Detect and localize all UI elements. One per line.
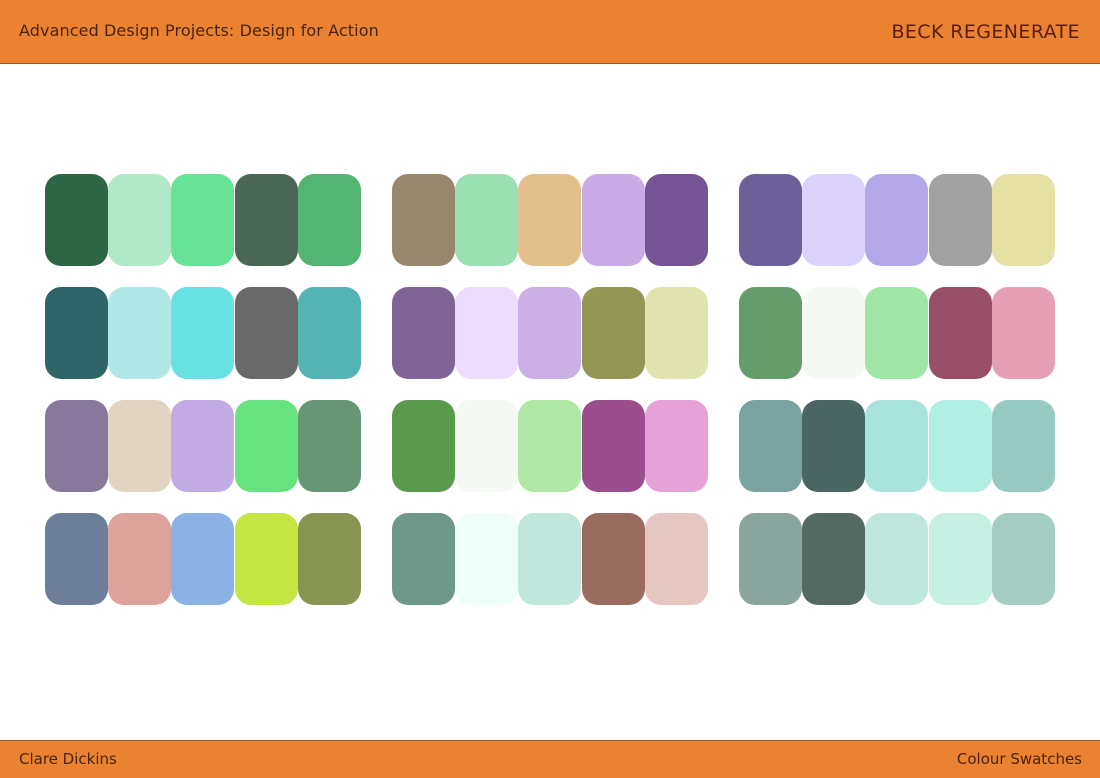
colour-swatch <box>455 287 519 379</box>
colour-swatch <box>928 513 992 605</box>
colour-swatch <box>644 513 708 605</box>
colour-swatch <box>108 400 172 492</box>
colour-swatch <box>297 287 361 379</box>
colour-swatch <box>802 513 866 605</box>
colour-swatch <box>991 287 1055 379</box>
colour-swatch <box>455 400 519 492</box>
colour-swatch <box>234 513 298 605</box>
author-name: Clare Dickins <box>19 750 117 768</box>
colour-swatch <box>171 287 235 379</box>
colour-swatch <box>581 400 645 492</box>
colour-swatch <box>392 287 455 379</box>
colour-swatch <box>991 174 1055 266</box>
colour-swatch <box>644 174 708 266</box>
colour-swatch <box>928 400 992 492</box>
colour-swatch <box>392 513 455 605</box>
colour-swatch <box>802 174 866 266</box>
colour-swatch <box>45 174 108 266</box>
colour-swatch <box>171 513 235 605</box>
page-subject: Colour Swatches <box>956 750 1082 768</box>
swatch-grid <box>0 0 1100 778</box>
colour-swatch <box>928 287 992 379</box>
colour-swatch <box>581 513 645 605</box>
colour-swatch <box>581 174 645 266</box>
colour-swatch <box>455 513 519 605</box>
colour-swatch <box>171 174 235 266</box>
colour-swatch <box>739 174 802 266</box>
colour-swatch <box>928 174 992 266</box>
colour-swatch <box>739 287 802 379</box>
colour-swatch <box>802 400 866 492</box>
colour-swatch <box>108 287 172 379</box>
colour-swatch <box>297 174 361 266</box>
colour-swatch <box>865 287 929 379</box>
colour-swatch <box>991 513 1055 605</box>
colour-swatch <box>644 287 708 379</box>
colour-swatch <box>802 287 866 379</box>
colour-swatch <box>865 400 929 492</box>
colour-swatch <box>518 287 582 379</box>
colour-swatch <box>297 400 361 492</box>
colour-swatch <box>234 400 298 492</box>
colour-swatch <box>108 174 172 266</box>
colour-swatch <box>234 174 298 266</box>
colour-swatch <box>392 174 455 266</box>
colour-swatch <box>108 513 172 605</box>
colour-swatch <box>739 513 802 605</box>
colour-swatch <box>392 400 455 492</box>
swatch-page: Advanced Design Projects: Design for Act… <box>0 0 1100 778</box>
colour-swatch <box>644 400 708 492</box>
colour-swatch <box>739 400 802 492</box>
colour-swatch <box>45 513 108 605</box>
colour-swatch <box>865 174 929 266</box>
footer-bar: Clare Dickins Colour Swatches <box>0 740 1100 778</box>
colour-swatch <box>455 174 519 266</box>
colour-swatch <box>581 287 645 379</box>
colour-swatch <box>45 400 108 492</box>
colour-swatch <box>865 513 929 605</box>
colour-swatch <box>45 287 108 379</box>
colour-swatch <box>518 513 582 605</box>
colour-swatch <box>297 513 361 605</box>
colour-swatch <box>171 400 235 492</box>
colour-swatch <box>518 174 582 266</box>
colour-swatch <box>991 400 1055 492</box>
colour-swatch <box>234 287 298 379</box>
colour-swatch <box>518 400 582 492</box>
